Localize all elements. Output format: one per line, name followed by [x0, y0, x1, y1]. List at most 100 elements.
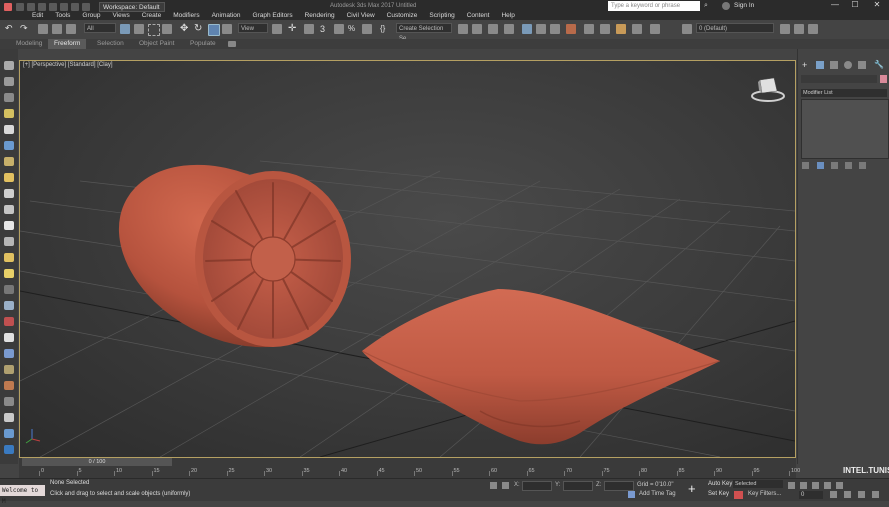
zoom-viewport-icon[interactable] — [844, 491, 851, 498]
select-by-name-icon[interactable] — [134, 24, 144, 34]
auto-key-button[interactable]: Auto Key — [708, 481, 732, 487]
go-to-end-icon[interactable] — [836, 482, 843, 489]
percent-snap-icon[interactable]: % — [348, 24, 358, 34]
modifier-stack[interactable] — [801, 99, 889, 159]
z-coord-field[interactable] — [604, 481, 634, 491]
render-online-icon[interactable] — [632, 24, 642, 34]
menu-views[interactable]: Views — [106, 11, 135, 20]
open-file-icon[interactable] — [27, 3, 35, 11]
menu-customize[interactable]: Customize — [381, 11, 424, 20]
save-file-icon[interactable] — [38, 3, 46, 11]
maxscript-listener[interactable]: Welcome to M — [0, 485, 45, 505]
frozen-filter-icon[interactable] — [4, 301, 14, 310]
new-file-icon[interactable] — [16, 3, 24, 11]
hierarchy-icon[interactable] — [4, 365, 14, 374]
selection-lock-icon[interactable] — [502, 482, 509, 489]
select-manipulate-icon[interactable]: ✛ — [288, 24, 298, 34]
dependency-icon[interactable] — [4, 349, 14, 358]
redo-icon[interactable]: ↷ — [20, 24, 30, 34]
pan-viewport-icon[interactable] — [858, 491, 865, 498]
material-filter-icon[interactable] — [4, 381, 14, 390]
previous-frame-icon[interactable] — [800, 482, 807, 489]
object-name-field[interactable] — [801, 75, 877, 83]
tab-freeform[interactable]: Freeform — [48, 39, 87, 49]
make-unique-icon[interactable] — [831, 162, 838, 169]
modifier-list-dropdown[interactable]: Modifier List — [801, 89, 887, 97]
set-key-mode-icon[interactable]: + — [688, 482, 700, 496]
graphite-toolbar-icon[interactable] — [522, 24, 532, 34]
show-end-result-icon[interactable] — [817, 162, 824, 169]
timeline[interactable]: 0 / 100 0 5 10 15 20 25 30 35 40 45 50 55 60 65 70 75 80… — [19, 458, 800, 478]
move-icon[interactable]: ✥ — [180, 24, 190, 34]
xref-filter-icon[interactable] — [4, 221, 14, 230]
ribbon-options-icon[interactable] — [228, 41, 236, 47]
minimize-button[interactable]: — — [826, 0, 844, 11]
next-frame-icon[interactable] — [824, 482, 831, 489]
biped-filter-icon[interactable] — [4, 253, 14, 262]
add-time-tag[interactable]: Add Time Tag — [639, 491, 676, 497]
mirror-icon[interactable] — [458, 24, 468, 34]
shape-filter-icon[interactable] — [4, 141, 14, 150]
scale-icon[interactable] — [208, 24, 220, 36]
y-coord-field[interactable] — [563, 481, 593, 491]
link-icon[interactable] — [38, 24, 48, 34]
undo-icon[interactable] — [49, 3, 57, 11]
menu-create[interactable]: Create — [136, 11, 168, 20]
isolate-icon[interactable] — [4, 333, 14, 342]
object-color-swatch[interactable] — [880, 75, 887, 83]
utilities-tab-icon[interactable]: 🔧 — [874, 61, 884, 69]
layer-select-icon[interactable] — [794, 24, 804, 34]
perspective-viewport[interactable]: [+] [Perspective] [Standard] [Clay] — [19, 60, 796, 458]
play-icon[interactable] — [812, 482, 819, 489]
display-tab-icon[interactable] — [858, 61, 866, 69]
named-selection-set-dropdown[interactable]: Create Selection Se — [396, 23, 452, 42]
menu-animation[interactable]: Animation — [206, 11, 247, 20]
key-filter-icon[interactable] — [734, 491, 743, 499]
search-input[interactable]: Type a keyword or phrase — [608, 1, 700, 11]
timeline-ruler[interactable]: 0 5 10 15 20 25 30 35 40 45 50 55 60 65 70 75 80 85 90 95 10… — [39, 466, 800, 478]
rendered-frame-window-icon[interactable] — [600, 24, 610, 34]
remove-modifier-icon[interactable] — [845, 162, 852, 169]
align-icon[interactable] — [472, 24, 482, 34]
time-configuration-icon[interactable] — [830, 491, 837, 498]
camera-filter-icon[interactable] — [4, 157, 14, 166]
app-logo-icon[interactable] — [4, 3, 12, 11]
pin-stack-icon[interactable] — [802, 162, 809, 169]
project-folder-icon[interactable] — [71, 3, 79, 11]
create-tab-icon[interactable]: + — [802, 61, 810, 70]
menu-rendering[interactable]: Rendering — [299, 11, 341, 20]
a360-icon[interactable] — [650, 24, 660, 34]
layer-dropdown[interactable]: 0 (Default) — [696, 23, 774, 33]
bind-space-warp-icon[interactable] — [66, 24, 76, 34]
go-to-start-icon[interactable] — [788, 482, 795, 489]
light-filter-icon[interactable] — [4, 109, 14, 118]
isolate-selection-icon[interactable] — [490, 482, 497, 489]
menu-content[interactable]: Content — [461, 11, 496, 20]
display-none-icon[interactable] — [4, 77, 14, 86]
snaps-toggle-icon[interactable]: 3 — [320, 24, 330, 34]
place-icon[interactable] — [222, 24, 232, 34]
edit-named-selection-icon[interactable]: {} — [380, 24, 390, 34]
redo-icon[interactable] — [60, 3, 68, 11]
layer-explorer-icon[interactable] — [504, 24, 514, 34]
layer-filter-icon[interactable] — [4, 397, 14, 406]
particle-filter-icon[interactable] — [4, 269, 14, 278]
render-production-icon[interactable] — [616, 24, 626, 34]
time-tag-icon[interactable] — [628, 491, 635, 498]
spinner-snap-icon[interactable] — [362, 24, 372, 34]
viewport-layout-icon[interactable] — [4, 445, 14, 454]
key-filters-button[interactable]: Key Filters... — [748, 491, 781, 497]
modify-tab-icon[interactable] — [816, 61, 824, 69]
group-filter-icon[interactable] — [4, 205, 14, 214]
quick-access-dropdown-icon[interactable] — [82, 3, 90, 11]
key-selection-dropdown[interactable]: Selected — [733, 480, 783, 488]
tab-populate[interactable]: Populate — [184, 39, 222, 49]
bone-filter-icon[interactable] — [4, 237, 14, 246]
undo-icon[interactable]: ↶ — [5, 24, 15, 34]
maximize-button[interactable]: ☐ — [846, 0, 864, 11]
material-editor-icon[interactable] — [566, 24, 576, 34]
scene-explorer-icon[interactable] — [488, 24, 498, 34]
configure-modifier-sets-icon[interactable] — [859, 162, 866, 169]
search-icon[interactable]: ⌕ — [704, 2, 712, 10]
selection-filter-dropdown[interactable]: All — [84, 23, 116, 33]
